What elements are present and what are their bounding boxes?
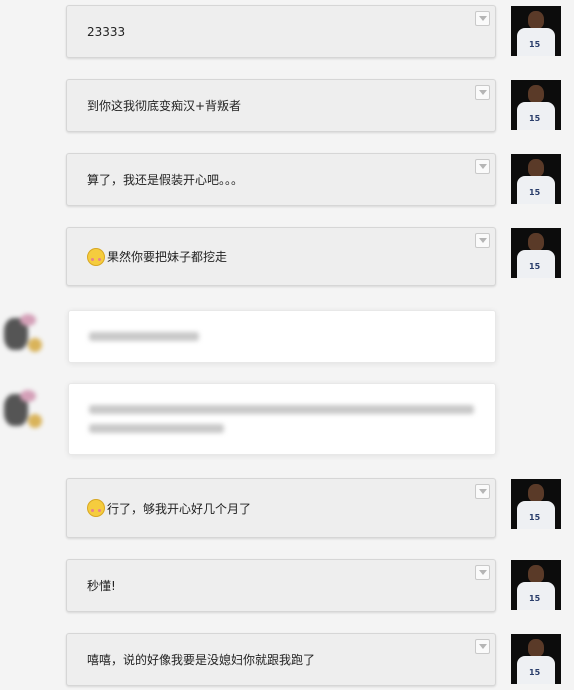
message-bubble: 23333 <box>66 5 496 58</box>
shy-emoji-icon <box>87 247 105 266</box>
chevron-down-icon[interactable] <box>475 233 490 248</box>
chevron-down-icon[interactable] <box>475 11 490 26</box>
chevron-down-icon[interactable] <box>475 639 490 654</box>
avatar[interactable]: 15 <box>511 479 561 529</box>
blurred-text <box>89 405 474 414</box>
message-text: 23333 <box>87 24 126 39</box>
message-bubble: 算了，我还是假装开心吧。。。 <box>66 153 496 206</box>
hug-emoji-icon <box>87 499 105 517</box>
contact-avatar[interactable] <box>0 308 50 358</box>
message-bubble: 行了，够我开心好几个月了 <box>66 478 496 538</box>
avatar[interactable]: 15 <box>511 228 561 278</box>
message-text: 到你这我彻底变痴汉+背叛者 <box>87 99 242 113</box>
message-text: 算了，我还是假装开心吧。。。 <box>87 173 244 187</box>
blurred-text <box>89 332 199 341</box>
avatar[interactable]: 15 <box>511 154 561 204</box>
chevron-down-icon[interactable] <box>475 159 490 174</box>
avatar[interactable]: 15 <box>511 80 561 130</box>
chevron-down-icon[interactable] <box>475 565 490 580</box>
avatar[interactable]: 15 <box>511 6 561 56</box>
chevron-down-icon[interactable] <box>475 484 490 499</box>
message-text: 嘻嘻，说的好像我要是没媳妇你就跟我跑了 <box>87 653 316 667</box>
message-bubble: 到你这我彻底变痴汉+背叛者 <box>66 79 496 132</box>
message-bubble-blurred <box>68 383 496 455</box>
message-bubble: 嘻嘻，说的好像我要是没媳妇你就跟我跑了 <box>66 633 496 686</box>
message-text: 行了，够我开心好几个月了 <box>107 501 252 516</box>
message-bubble: 果然你要把妹子都挖走 <box>66 227 496 286</box>
chevron-down-icon[interactable] <box>475 85 490 100</box>
message-text: 果然你要把妹子都挖走 <box>107 250 228 264</box>
message-text: 秒懂! <box>87 579 116 593</box>
avatar[interactable]: 15 <box>511 560 561 610</box>
avatar[interactable]: 15 <box>511 634 561 684</box>
blurred-text <box>89 424 224 433</box>
contact-avatar[interactable] <box>0 384 50 434</box>
message-bubble-blurred <box>68 310 496 363</box>
message-bubble: 秒懂! <box>66 559 496 612</box>
